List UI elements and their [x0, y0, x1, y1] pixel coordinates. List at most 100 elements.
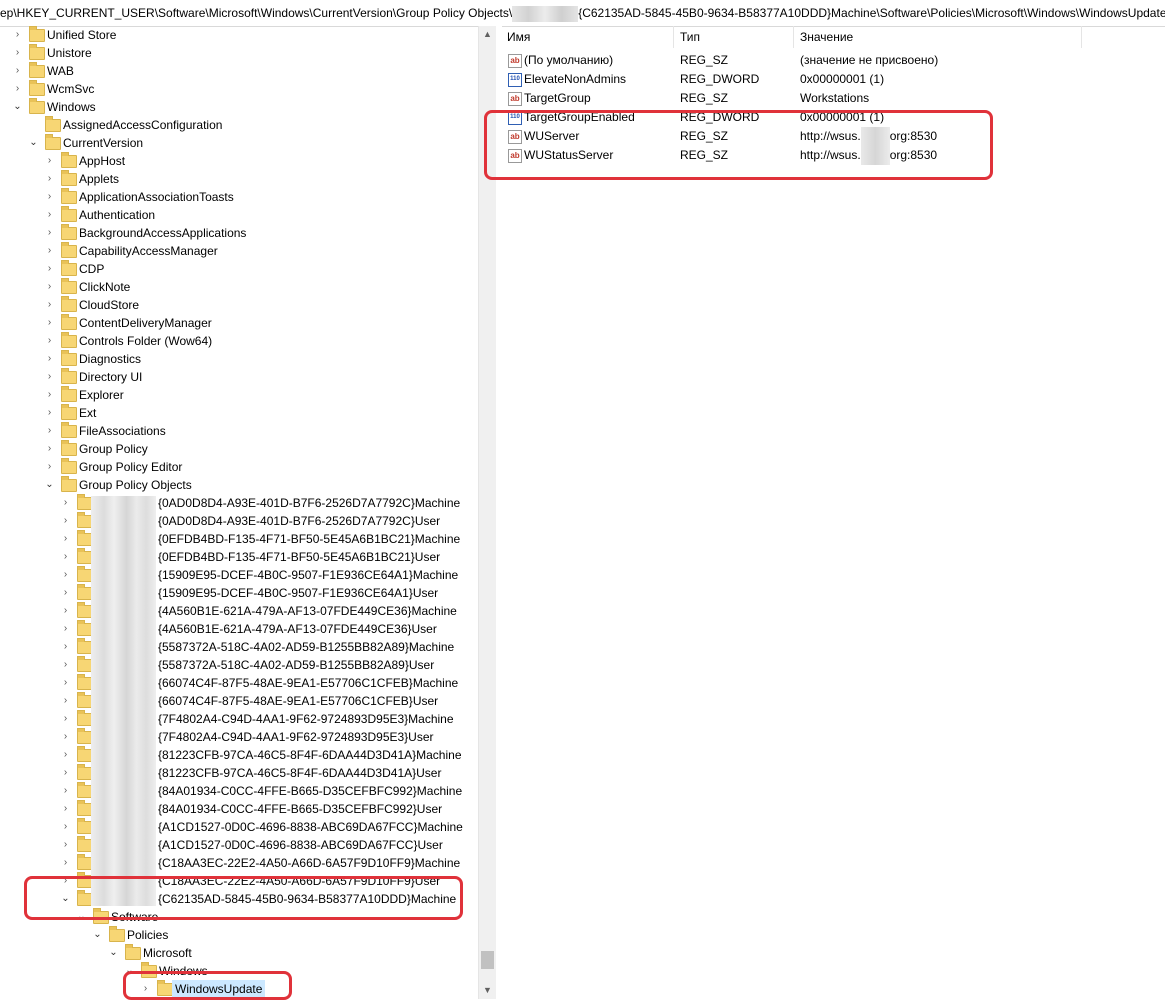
tree-item-label: Unistore: [47, 46, 92, 60]
chevron-down-icon[interactable]: ⌄: [45, 476, 54, 494]
tree-item-label: Explorer: [79, 388, 124, 402]
chevron-right-icon[interactable]: ›: [45, 422, 54, 440]
scroll-up-arrow-icon[interactable]: ▲: [479, 26, 496, 43]
tree-item-label: ClickNote: [79, 280, 131, 294]
chevron-right-icon[interactable]: ›: [141, 980, 150, 998]
tree-item-label: {7F4802A4-C94D-4AA1-9F62-9724893D95E3}Us…: [158, 730, 434, 744]
chevron-down-icon[interactable]: ⌄: [61, 890, 70, 908]
column-header-name[interactable]: Имя: [501, 26, 674, 48]
value-row[interactable]: ab WUStatusServer REG_SZ http://wsus. org…: [501, 146, 1165, 165]
chevron-right-icon[interactable]: ›: [45, 458, 54, 476]
tree-item-label: CurrentVersion: [63, 136, 144, 150]
chevron-right-icon[interactable]: ›: [61, 530, 70, 548]
chevron-right-icon[interactable]: ›: [45, 296, 54, 314]
chevron-right-icon[interactable]: ›: [45, 278, 54, 296]
folder-icon: [61, 278, 77, 294]
chevron-right-icon[interactable]: ›: [45, 152, 54, 170]
chevron-right-icon[interactable]: ›: [45, 170, 54, 188]
tree-item-label: BackgroundAccessApplications: [79, 226, 247, 240]
chevron-right-icon[interactable]: ›: [45, 314, 54, 332]
folder-icon: [61, 260, 77, 276]
chevron-right-icon[interactable]: ›: [61, 674, 70, 692]
chevron-down-icon[interactable]: ⌄: [109, 944, 118, 962]
chevron-right-icon[interactable]: ›: [61, 872, 70, 890]
chevron-right-icon[interactable]: ›: [45, 404, 54, 422]
chevron-right-icon[interactable]: ›: [61, 656, 70, 674]
chevron-right-icon[interactable]: ›: [45, 206, 54, 224]
chevron-right-icon[interactable]: ›: [45, 386, 54, 404]
chevron-down-icon[interactable]: ⌄: [93, 926, 102, 944]
dword-value-icon: 110: [508, 111, 522, 125]
chevron-right-icon[interactable]: ›: [61, 764, 70, 782]
chevron-right-icon[interactable]: ›: [45, 224, 54, 242]
chevron-right-icon[interactable]: ›: [45, 440, 54, 458]
chevron-right-icon[interactable]: ›: [45, 242, 54, 260]
chevron-right-icon[interactable]: ›: [45, 368, 54, 386]
chevron-right-icon[interactable]: ›: [13, 80, 22, 98]
address-path-suffix: {C62135AD-5845-45B0-9634-B58377A10DDD}Ma…: [578, 6, 1165, 20]
chevron-right-icon[interactable]: ›: [61, 854, 70, 872]
chevron-right-icon[interactable]: ›: [61, 602, 70, 620]
chevron-right-icon[interactable]: ›: [61, 746, 70, 764]
folder-open-icon: [61, 476, 77, 492]
value-row[interactable]: 110 ElevateNonAdmins REG_DWORD 0x0000000…: [501, 70, 1165, 89]
column-header-type[interactable]: Тип: [674, 26, 794, 48]
chevron-right-icon[interactable]: ›: [61, 710, 70, 728]
chevron-right-icon[interactable]: ›: [61, 494, 70, 512]
value-row[interactable]: ab TargetGroup REG_SZ Workstations: [501, 89, 1165, 108]
chevron-right-icon[interactable]: ›: [45, 350, 54, 368]
chevron-right-icon[interactable]: ›: [61, 584, 70, 602]
chevron-right-icon[interactable]: ›: [61, 692, 70, 710]
tree-item-label: {C18AA3EC-22E2-4A50-A66D-6A57F9D10FF9}Us…: [158, 874, 441, 888]
chevron-down-icon[interactable]: ⌄: [77, 908, 86, 926]
value-row[interactable]: ab WUServer REG_SZ http://wsus. org:8530: [501, 127, 1165, 146]
folder-icon: [61, 314, 77, 330]
chevron-right-icon[interactable]: ›: [61, 638, 70, 656]
folder-icon: [61, 422, 77, 438]
folder-icon: [61, 242, 77, 258]
scroll-down-arrow-icon[interactable]: ▼: [479, 982, 496, 999]
registry-values-list[interactable]: Имя Тип Значение ab (По умолчанию) REG_S…: [501, 26, 1165, 999]
chevron-right-icon[interactable]: ›: [13, 26, 22, 44]
tree-item-label: {84A01934-C0CC-4FFE-B665-D35CEFBFC992}Us…: [158, 802, 443, 816]
chevron-right-icon[interactable]: ›: [13, 62, 22, 80]
tree-item-label: Ext: [79, 406, 97, 420]
scrollbar-thumb[interactable]: [481, 951, 494, 969]
registry-key-tree[interactable]: › Unified Store › Unistore › WAB › WcmSv…: [0, 26, 477, 999]
chevron-right-icon[interactable]: ›: [61, 620, 70, 638]
value-row[interactable]: ab (По умолчанию) REG_SZ (значение не пр…: [501, 51, 1165, 70]
chevron-right-icon[interactable]: ›: [45, 332, 54, 350]
folder-icon: [61, 368, 77, 384]
tree-item-label: {7F4802A4-C94D-4AA1-9F62-9724893D95E3}Ma…: [158, 712, 454, 726]
chevron-right-icon[interactable]: ›: [61, 800, 70, 818]
chevron-right-icon[interactable]: ›: [61, 548, 70, 566]
chevron-right-icon[interactable]: ›: [61, 728, 70, 746]
chevron-right-icon[interactable]: ›: [61, 566, 70, 584]
tree-item-label: CloudStore: [79, 298, 140, 312]
tree-scrollbar[interactable]: ▲ ▼: [478, 26, 496, 999]
tree-item-label: Authentication: [79, 208, 156, 222]
tree-item-label: Group Policy Objects: [79, 478, 192, 492]
tree-item-label: {81223CFB-97CA-46C5-8F4F-6DAA44D3D41A}Ma…: [158, 748, 462, 762]
chevron-down-icon[interactable]: ⌄: [29, 134, 38, 152]
folder-icon: [157, 980, 173, 996]
chevron-right-icon[interactable]: ›: [45, 260, 54, 278]
chevron-right-icon[interactable]: ›: [61, 782, 70, 800]
tree-item-label: WAB: [47, 64, 74, 78]
chevron-right-icon[interactable]: ›: [61, 836, 70, 854]
value-data: 0x00000001 (1): [800, 72, 885, 86]
tree-item-label: WindowsUpdate: [172, 980, 266, 998]
chevron-right-icon[interactable]: ›: [61, 512, 70, 530]
folder-icon: [61, 404, 77, 420]
folder-icon: [29, 62, 45, 78]
tree-item-label: {5587372A-518C-4A02-AD59-B1255BB82A89}Ma…: [158, 640, 455, 654]
column-header-value[interactable]: Значение: [794, 26, 1082, 48]
value-row[interactable]: 110 TargetGroupEnabled REG_DWORD 0x00000…: [501, 108, 1165, 127]
chevron-right-icon[interactable]: ›: [61, 818, 70, 836]
chevron-right-icon[interactable]: ›: [13, 44, 22, 62]
tree-item-label: Diagnostics: [79, 352, 142, 366]
chevron-down-icon[interactable]: ⌄: [13, 98, 22, 116]
chevron-right-icon[interactable]: ›: [45, 188, 54, 206]
chevron-down-icon[interactable]: ⌄: [125, 962, 134, 980]
address-bar[interactable]: ep\HKEY_CURRENT_USER\Software\Microsoft\…: [0, 0, 1165, 27]
